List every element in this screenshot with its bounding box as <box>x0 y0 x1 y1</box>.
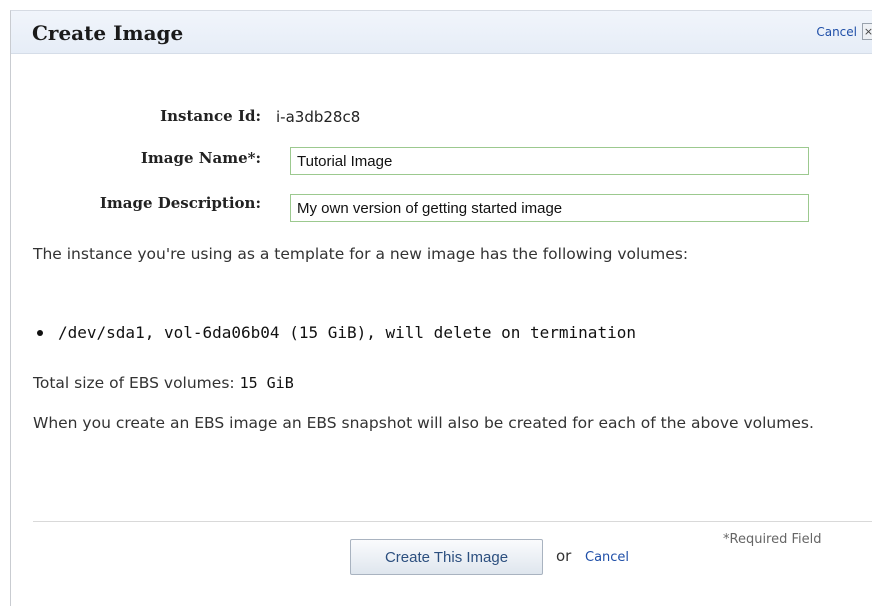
volumes-intro-text: The instance you're using as a template … <box>33 245 689 263</box>
instance-id-label: Instance Id: <box>160 107 261 125</box>
close-icon[interactable]: × <box>862 23 872 40</box>
image-name-input[interactable]: Tutorial Image <box>290 147 809 175</box>
total-size-label: Total size of EBS volumes: <box>33 374 235 392</box>
footer-divider <box>33 521 872 522</box>
footer-cancel-link[interactable]: Cancel <box>585 550 629 565</box>
volume-list-item: /dev/sda1, vol-6da06b04 (15 GiB), will d… <box>58 323 636 342</box>
or-text: or <box>556 547 572 565</box>
titlebar-cancel-link[interactable]: Cancel <box>816 25 857 39</box>
create-image-dialog: Create Image Cancel × Instance Id: i-a3d… <box>10 10 872 606</box>
image-description-input[interactable]: My own version of getting started image <box>290 194 809 222</box>
total-size-row: Total size of EBS volumes: 15 GiB <box>33 373 294 394</box>
image-description-label: Image Description: <box>99 194 261 212</box>
snapshot-note: When you create an EBS image an EBS snap… <box>33 414 814 432</box>
bullet-icon <box>37 330 43 336</box>
total-size-value: 15 GiB <box>239 374 294 392</box>
dialog-title: Create Image <box>32 21 184 45</box>
create-this-image-button[interactable]: Create This Image <box>350 539 543 575</box>
required-field-note: *Required Field <box>723 532 822 547</box>
dialog-titlebar: Create Image Cancel × <box>11 11 872 54</box>
instance-id-value: i-a3db28c8 <box>276 108 361 126</box>
image-name-label: Image Name*: <box>140 149 261 167</box>
